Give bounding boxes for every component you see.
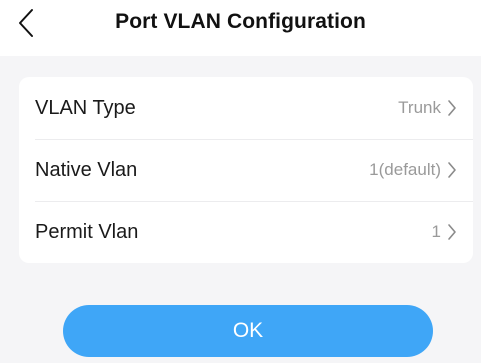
page-title: Port VLAN Configuration — [115, 10, 366, 33]
chevron-right-icon — [447, 161, 457, 179]
native-vlan-label: Native Vlan — [35, 158, 138, 181]
port-vlan-configuration-page: Port VLAN Configuration VLAN Type Trunk … — [0, 0, 481, 363]
native-vlan-row[interactable]: Native Vlan 1(default) — [19, 139, 473, 201]
settings-card: VLAN Type Trunk Native Vlan 1(default) P… — [19, 77, 473, 263]
chevron-right-icon — [447, 223, 457, 241]
vlan-type-row[interactable]: VLAN Type Trunk — [19, 77, 473, 139]
permit-vlan-value-group: 1 — [432, 222, 457, 242]
vlan-type-label: VLAN Type — [35, 96, 136, 119]
back-button[interactable] — [18, 6, 58, 44]
chevron-right-icon — [447, 99, 457, 117]
native-vlan-value: 1(default) — [369, 160, 441, 179]
ok-button[interactable]: OK — [63, 305, 433, 357]
permit-vlan-label: Permit Vlan — [35, 220, 139, 243]
header-bar: Port VLAN Configuration — [0, 0, 481, 56]
permit-vlan-row[interactable]: Permit Vlan 1 — [19, 201, 473, 263]
vlan-type-value-group: Trunk — [398, 98, 457, 118]
vlan-type-value: Trunk — [398, 98, 441, 117]
permit-vlan-value: 1 — [431, 222, 441, 241]
chevron-left-icon — [18, 8, 34, 43]
native-vlan-value-group: 1(default) — [369, 160, 457, 180]
